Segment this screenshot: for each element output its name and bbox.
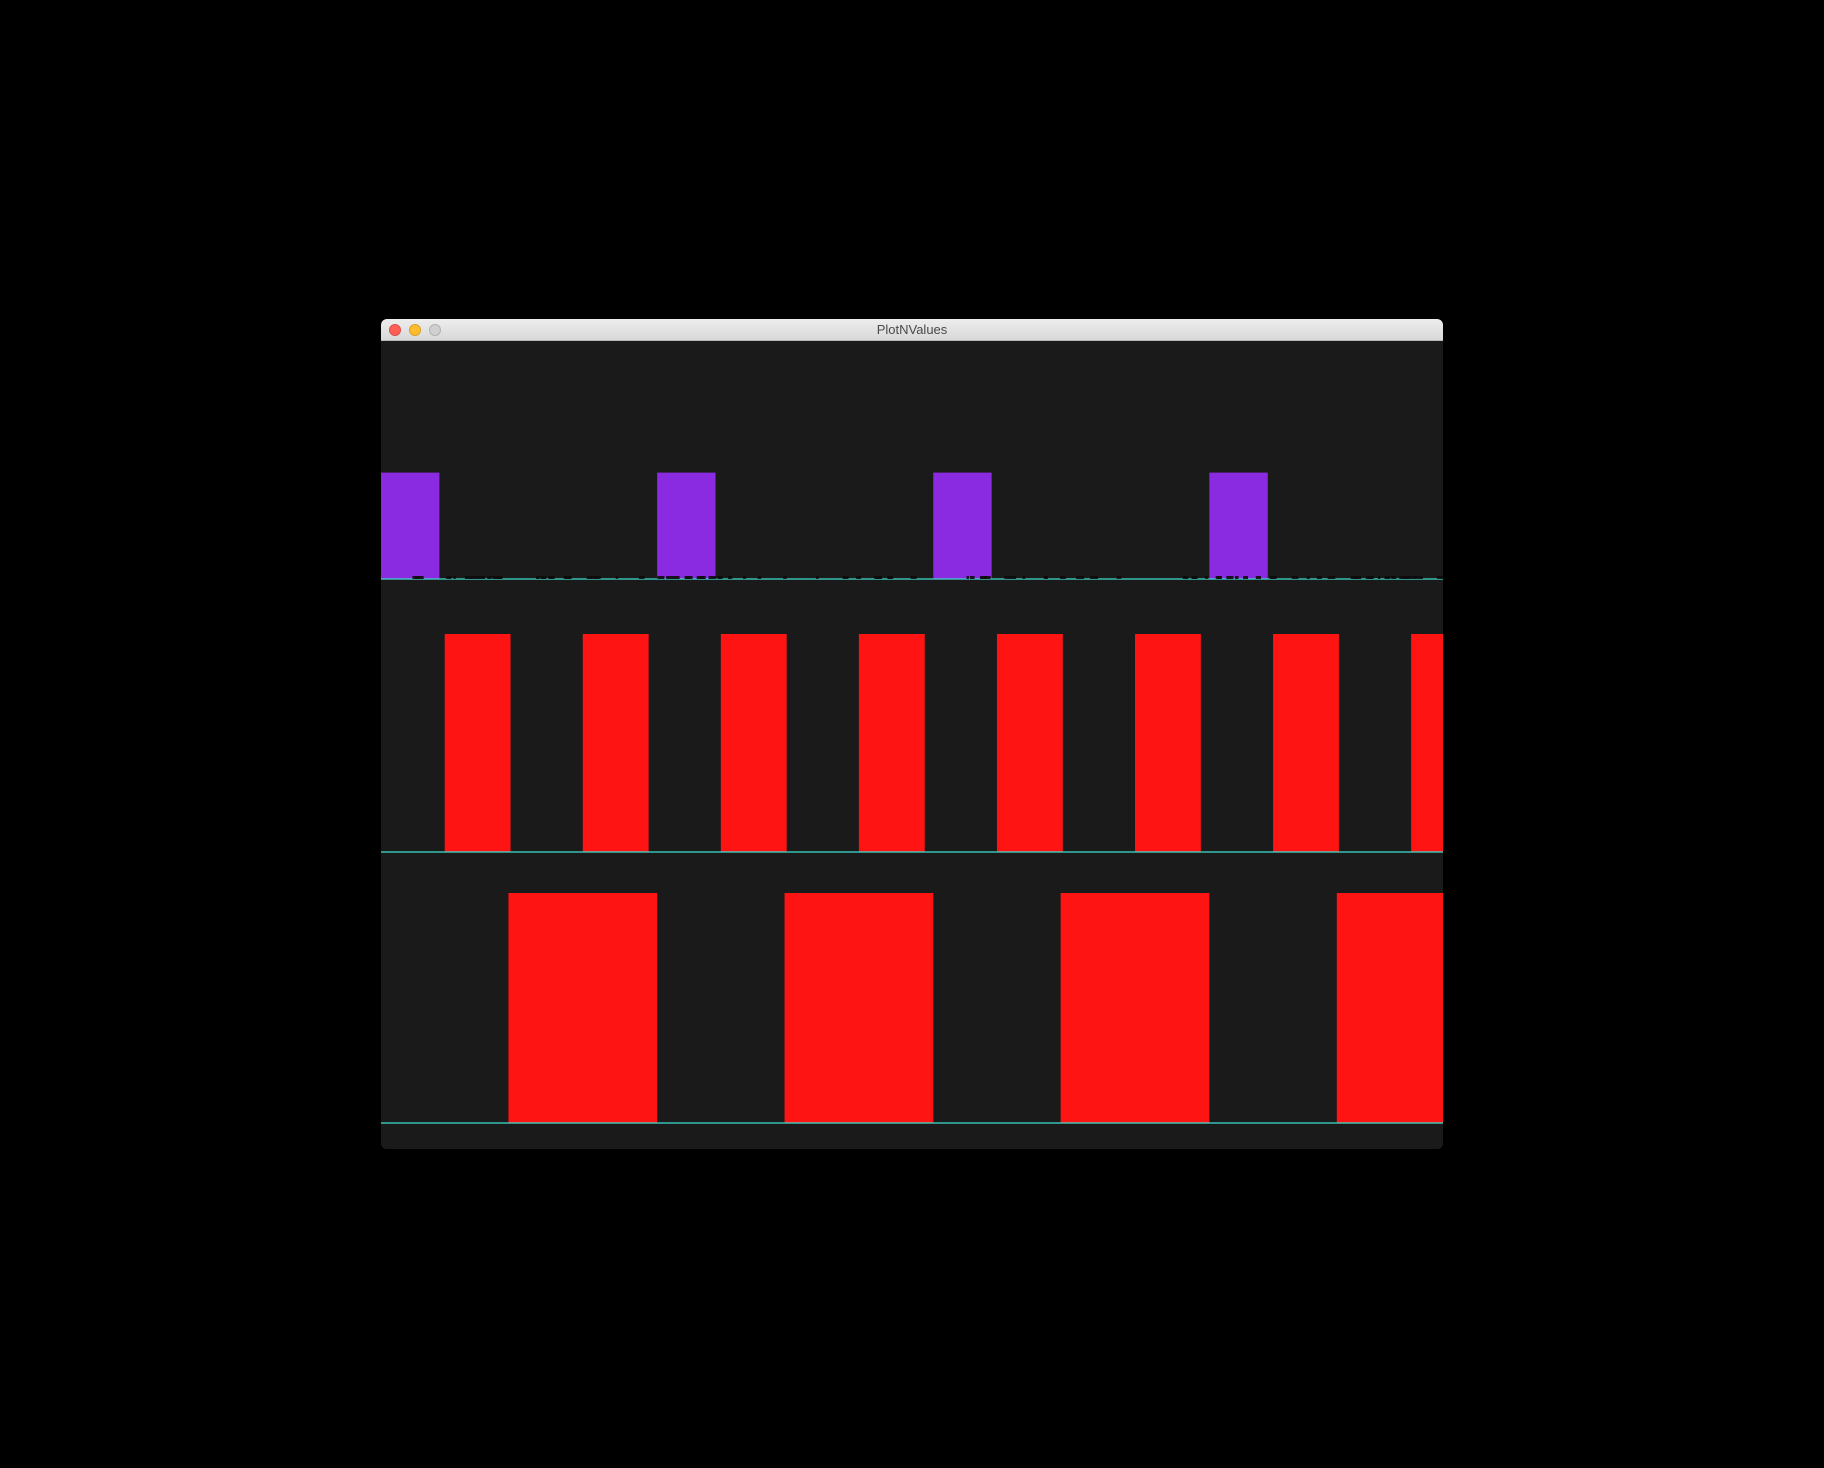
plot-area xyxy=(381,341,1443,1149)
bar xyxy=(657,473,715,579)
chart-panel-1 xyxy=(381,634,1443,854)
bar xyxy=(1209,473,1267,579)
bar xyxy=(1411,634,1443,852)
window-titlebar[interactable]: PlotNValues xyxy=(381,319,1443,341)
bar xyxy=(1135,634,1201,852)
bar xyxy=(381,473,439,579)
bar xyxy=(583,634,649,852)
bar xyxy=(859,634,925,852)
minimize-icon[interactable] xyxy=(409,324,421,336)
bar xyxy=(508,893,657,1123)
window-title: PlotNValues xyxy=(381,322,1443,337)
bar xyxy=(785,893,934,1123)
bar xyxy=(933,473,991,579)
app-window: PlotNValues xyxy=(381,319,1443,1149)
bar xyxy=(997,634,1063,852)
chart-panel-2 xyxy=(381,893,1443,1125)
bar xyxy=(1273,634,1339,852)
window-controls xyxy=(381,324,441,336)
bar xyxy=(1061,893,1210,1123)
bar xyxy=(445,634,511,852)
maximize-icon[interactable] xyxy=(429,324,441,336)
close-icon[interactable] xyxy=(389,324,401,336)
bar xyxy=(1337,893,1443,1123)
bar xyxy=(721,634,787,852)
chart-panel-0 xyxy=(381,446,1443,581)
